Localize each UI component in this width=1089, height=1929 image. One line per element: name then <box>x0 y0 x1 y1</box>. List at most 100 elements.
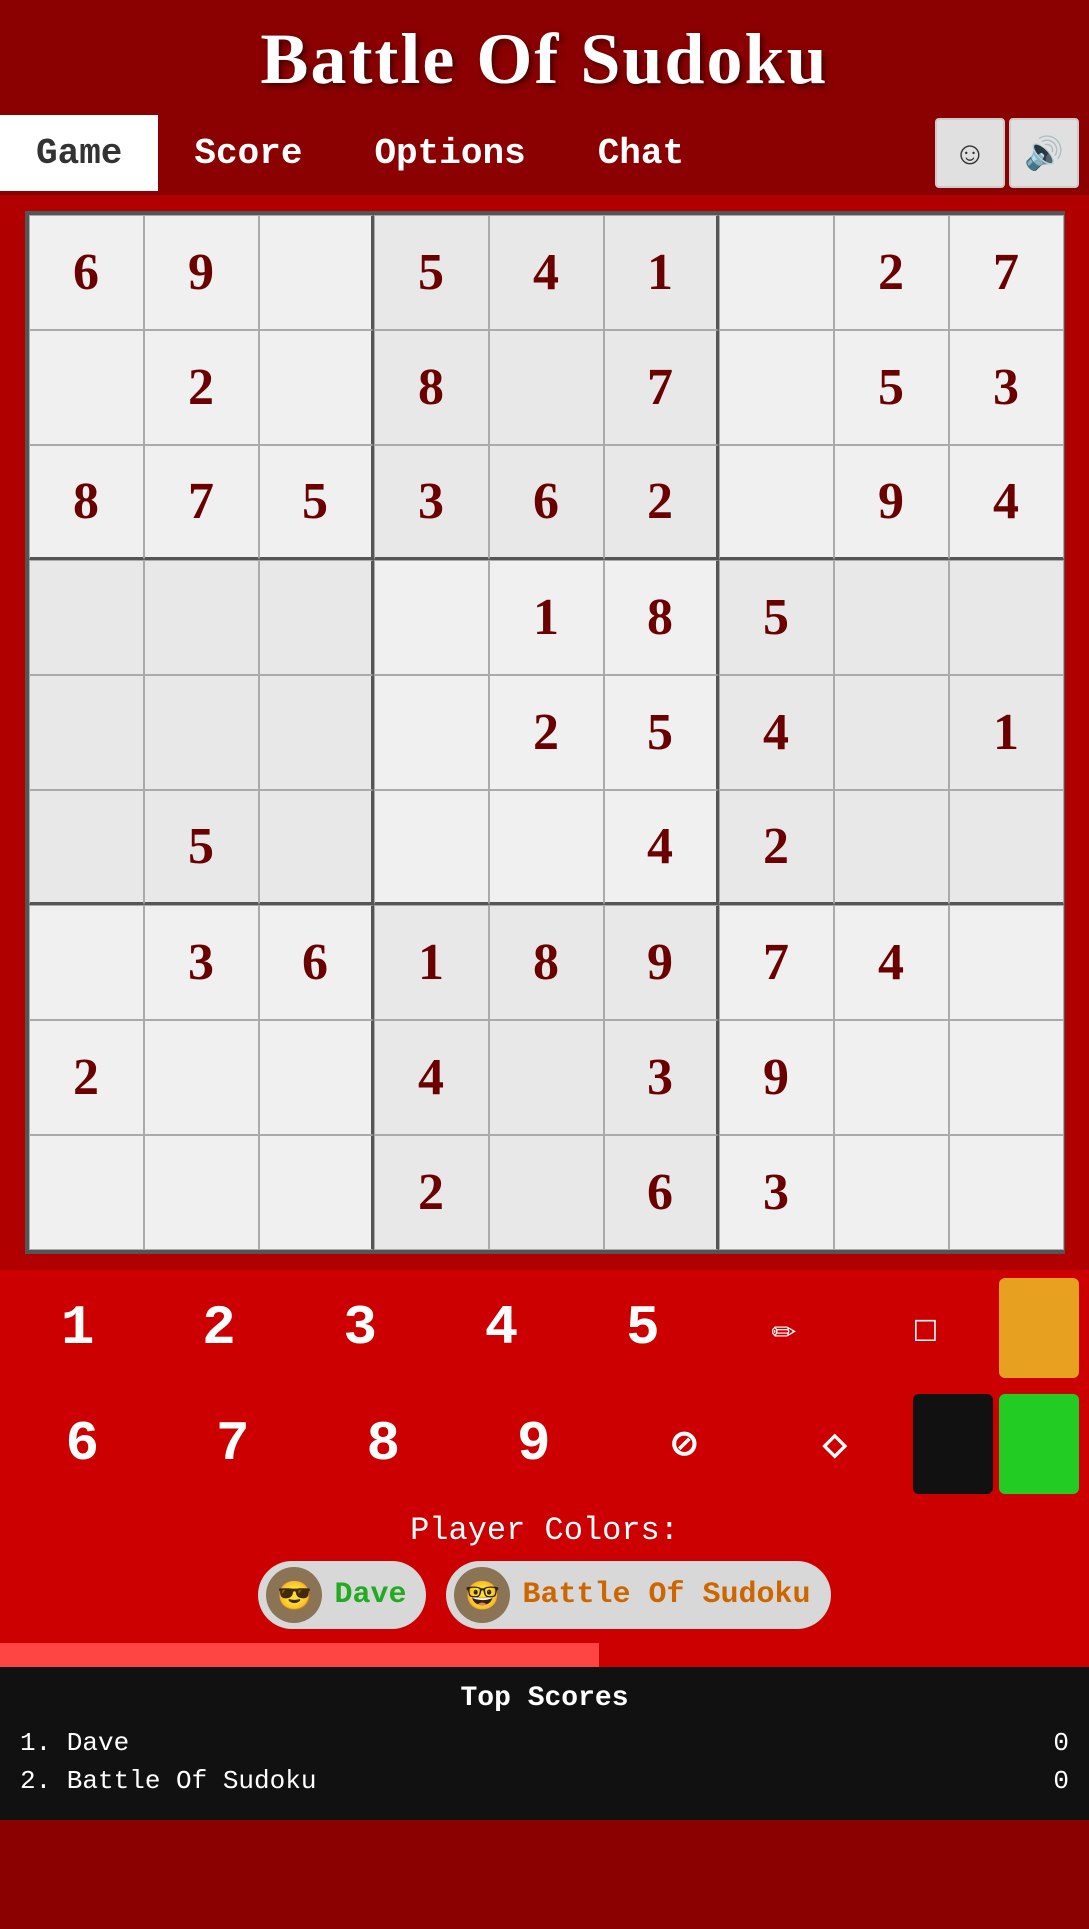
sudoku-cell-3-9[interactable]: 4 <box>949 445 1064 560</box>
sudoku-cell-2-8[interactable]: 5 <box>834 330 949 445</box>
numpad-4[interactable]: 4 <box>434 1278 569 1378</box>
sudoku-cell-1-9[interactable]: 7 <box>949 215 1064 330</box>
sudoku-cell-3-3[interactable]: 5 <box>259 445 374 560</box>
pencil-icon-button[interactable]: ✏ <box>716 1278 851 1378</box>
sudoku-cell-2-3[interactable]: 0 <box>259 330 374 445</box>
sudoku-cell-5-5[interactable]: 2 <box>489 675 604 790</box>
sudoku-cell-3-2[interactable]: 7 <box>144 445 259 560</box>
sudoku-cell-7-9[interactable]: 0 <box>949 905 1064 1020</box>
sudoku-cell-7-4[interactable]: 1 <box>374 905 489 1020</box>
sudoku-cell-2-4[interactable]: 8 <box>374 330 489 445</box>
sudoku-cell-7-2[interactable]: 3 <box>144 905 259 1020</box>
sudoku-cell-3-8[interactable]: 9 <box>834 445 949 560</box>
numpad-5[interactable]: 5 <box>575 1278 710 1378</box>
numpad-3[interactable]: 3 <box>293 1278 428 1378</box>
sudoku-cell-5-9[interactable]: 1 <box>949 675 1064 790</box>
sudoku-cell-1-4[interactable]: 5 <box>374 215 489 330</box>
sudoku-cell-2-2[interactable]: 2 <box>144 330 259 445</box>
sudoku-cell-6-4[interactable]: 0 <box>374 790 489 905</box>
sudoku-cell-9-5[interactable]: 0 <box>489 1135 604 1250</box>
sudoku-cell-8-2[interactable]: 0 <box>144 1020 259 1135</box>
sudoku-cell-9-3[interactable]: 0 <box>259 1135 374 1250</box>
sudoku-cell-6-7[interactable]: 2 <box>719 790 834 905</box>
sudoku-cell-4-7[interactable]: 5 <box>719 560 834 675</box>
sudoku-cell-4-6[interactable]: 8 <box>604 560 719 675</box>
sudoku-cell-4-5[interactable]: 1 <box>489 560 604 675</box>
sudoku-cell-1-5[interactable]: 4 <box>489 215 604 330</box>
numpad-8[interactable]: 8 <box>311 1394 456 1494</box>
sudoku-cell-2-1[interactable]: 0 <box>29 330 144 445</box>
sudoku-cell-9-8[interactable]: 0 <box>834 1135 949 1250</box>
numpad-2[interactable]: 2 <box>151 1278 286 1378</box>
sudoku-cell-1-7[interactable]: 0 <box>719 215 834 330</box>
sudoku-cell-4-9[interactable]: 0 <box>949 560 1064 675</box>
fill-icon-button[interactable]: ◇ <box>763 1394 908 1494</box>
sudoku-cell-3-4[interactable]: 3 <box>374 445 489 560</box>
sudoku-cell-6-9[interactable]: 0 <box>949 790 1064 905</box>
sudoku-cell-6-6[interactable]: 4 <box>604 790 719 905</box>
sudoku-cell-8-8[interactable]: 0 <box>834 1020 949 1135</box>
sudoku-cell-5-8[interactable]: 0 <box>834 675 949 790</box>
sound-icon-button[interactable]: 🔊 <box>1009 118 1079 188</box>
sudoku-cell-8-6[interactable]: 3 <box>604 1020 719 1135</box>
no-icon-button[interactable]: ⊘ <box>612 1394 757 1494</box>
sudoku-cell-2-7[interactable]: 0 <box>719 330 834 445</box>
sudoku-cell-4-8[interactable]: 0 <box>834 560 949 675</box>
sudoku-cell-7-7[interactable]: 7 <box>719 905 834 1020</box>
numpad-7[interactable]: 7 <box>161 1394 306 1494</box>
sudoku-cell-2-5[interactable]: 0 <box>489 330 604 445</box>
numpad-9[interactable]: 9 <box>462 1394 607 1494</box>
sudoku-cell-7-5[interactable]: 8 <box>489 905 604 1020</box>
sudoku-cell-5-3[interactable]: 0 <box>259 675 374 790</box>
sudoku-cell-6-5[interactable]: 0 <box>489 790 604 905</box>
sudoku-cell-2-6[interactable]: 7 <box>604 330 719 445</box>
sudoku-cell-5-4[interactable]: 0 <box>374 675 489 790</box>
sudoku-cell-7-6[interactable]: 9 <box>604 905 719 1020</box>
sudoku-cell-7-3[interactable]: 6 <box>259 905 374 1020</box>
sudoku-cell-8-4[interactable]: 4 <box>374 1020 489 1135</box>
sudoku-cell-3-6[interactable]: 2 <box>604 445 719 560</box>
sudoku-cell-6-1[interactable]: 0 <box>29 790 144 905</box>
sudoku-cell-9-6[interactable]: 6 <box>604 1135 719 1250</box>
sudoku-cell-8-5[interactable]: 0 <box>489 1020 604 1135</box>
sudoku-cell-8-7[interactable]: 9 <box>719 1020 834 1135</box>
sudoku-cell-4-4[interactable]: 0 <box>374 560 489 675</box>
tab-options[interactable]: Options <box>338 115 561 191</box>
sudoku-cell-3-5[interactable]: 6 <box>489 445 604 560</box>
tab-game[interactable]: Game <box>0 115 158 191</box>
sudoku-cell-3-1[interactable]: 8 <box>29 445 144 560</box>
sudoku-cell-8-1[interactable]: 2 <box>29 1020 144 1135</box>
sudoku-cell-1-6[interactable]: 1 <box>604 215 719 330</box>
sudoku-cell-7-1[interactable]: 0 <box>29 905 144 1020</box>
sudoku-cell-1-1[interactable]: 6 <box>29 215 144 330</box>
sudoku-cell-5-6[interactable]: 5 <box>604 675 719 790</box>
sudoku-cell-9-4[interactable]: 2 <box>374 1135 489 1250</box>
sudoku-cell-6-8[interactable]: 0 <box>834 790 949 905</box>
sudoku-cell-9-9[interactable]: 0 <box>949 1135 1064 1250</box>
sudoku-cell-8-3[interactable]: 0 <box>259 1020 374 1135</box>
sudoku-cell-9-7[interactable]: 3 <box>719 1135 834 1250</box>
color-swatch-green[interactable] <box>999 1394 1079 1494</box>
sudoku-cell-2-9[interactable]: 3 <box>949 330 1064 445</box>
sudoku-cell-5-2[interactable]: 0 <box>144 675 259 790</box>
sudoku-cell-1-8[interactable]: 2 <box>834 215 949 330</box>
tab-score[interactable]: Score <box>158 115 338 191</box>
sudoku-cell-1-2[interactable]: 9 <box>144 215 259 330</box>
numpad-1[interactable]: 1 <box>10 1278 145 1378</box>
sudoku-cell-5-1[interactable]: 0 <box>29 675 144 790</box>
sudoku-cell-6-3[interactable]: 0 <box>259 790 374 905</box>
numpad-6[interactable]: 6 <box>10 1394 155 1494</box>
sudoku-cell-4-1[interactable]: 0 <box>29 560 144 675</box>
emoji-icon-button[interactable]: ☺ <box>935 118 1005 188</box>
sudoku-cell-3-7[interactable]: 0 <box>719 445 834 560</box>
sudoku-cell-4-3[interactable]: 0 <box>259 560 374 675</box>
sudoku-cell-9-2[interactable]: 0 <box>144 1135 259 1250</box>
sudoku-cell-6-2[interactable]: 5 <box>144 790 259 905</box>
sudoku-cell-5-7[interactable]: 4 <box>719 675 834 790</box>
sudoku-cell-1-3[interactable]: 0 <box>259 215 374 330</box>
sudoku-cell-8-9[interactable]: 0 <box>949 1020 1064 1135</box>
sudoku-cell-7-8[interactable]: 4 <box>834 905 949 1020</box>
color-swatch-black[interactable] <box>913 1394 993 1494</box>
square-icon-button[interactable]: ☐ <box>858 1278 993 1378</box>
tab-chat[interactable]: Chat <box>562 115 720 191</box>
